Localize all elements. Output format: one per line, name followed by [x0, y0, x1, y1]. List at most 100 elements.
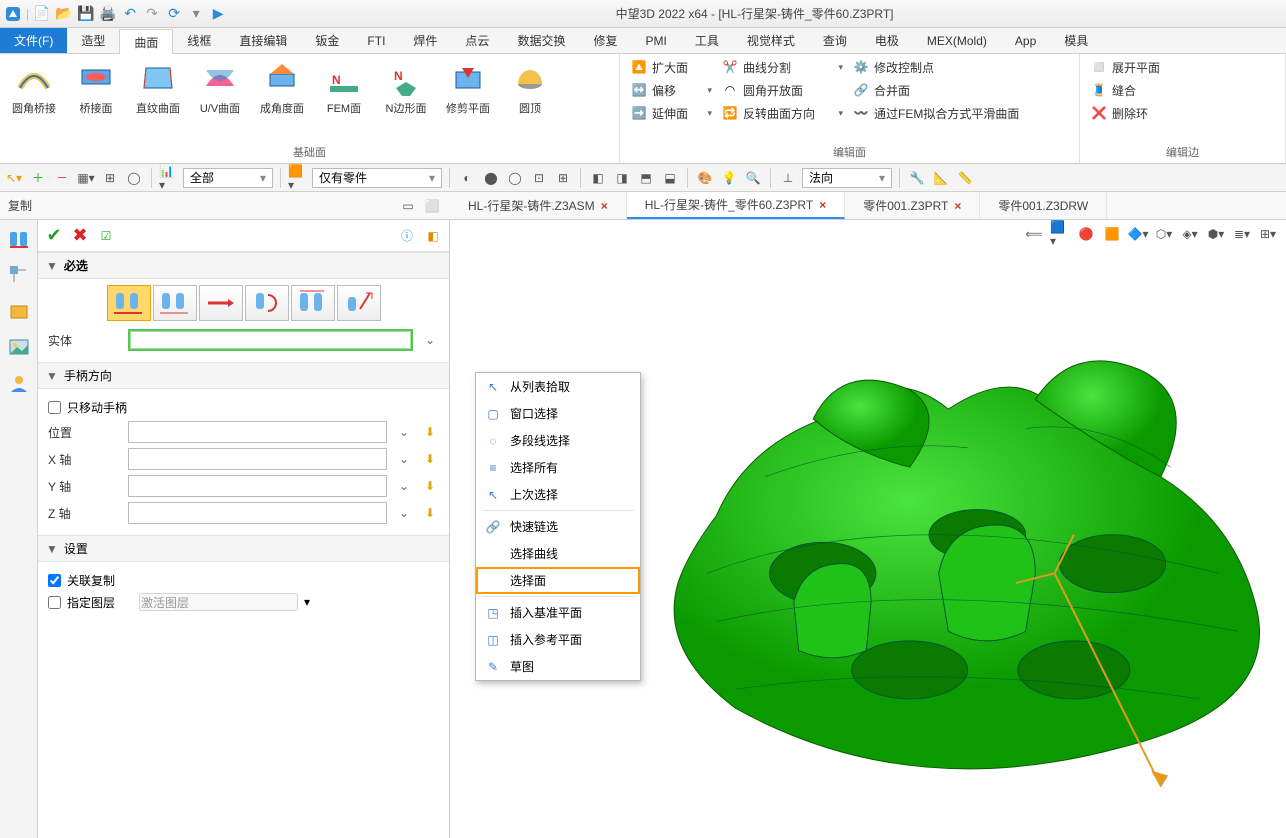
mode-1[interactable]	[107, 285, 151, 321]
close-icon[interactable]: ×	[601, 199, 608, 213]
rail-box-icon[interactable]	[6, 298, 32, 324]
btn-angle-surface[interactable]: 成角度面	[254, 56, 310, 118]
btn-bridge-surface[interactable]: 桥接面	[68, 56, 124, 118]
add-icon[interactable]: ＋	[28, 168, 48, 188]
vp-misc-icon[interactable]: ⊞▾	[1258, 224, 1278, 244]
ctx-last-select[interactable]: ↖上次选择	[476, 481, 640, 508]
t1-icon[interactable]: ◐	[457, 168, 477, 188]
tab-fti[interactable]: FTI	[353, 28, 399, 53]
t15-icon[interactable]: 📏	[955, 168, 975, 188]
panel-min-icon[interactable]: ▭	[398, 196, 418, 216]
tab-pmi[interactable]: PMI	[631, 28, 680, 53]
t10-icon[interactable]: 🎨	[695, 168, 715, 188]
t8-icon[interactable]: ⬒	[636, 168, 656, 188]
mode-6[interactable]	[337, 285, 381, 321]
t7-icon[interactable]: ◨	[612, 168, 632, 188]
filter-parts-dropdown[interactable]: 仅有零件▾	[312, 168, 442, 188]
row-sew[interactable]: 🧵缝合	[1086, 79, 1176, 101]
tab-file[interactable]: 文件(F)	[0, 28, 67, 53]
info-icon[interactable]: ⓘ	[397, 226, 417, 246]
t14-icon[interactable]: 📐	[931, 168, 951, 188]
dropdown-icon[interactable]: ▾	[187, 5, 205, 23]
rail-image-icon[interactable]	[6, 334, 32, 360]
tab-app[interactable]: App	[1001, 28, 1050, 53]
filter-funnel-icon[interactable]: 📊▾	[159, 168, 179, 188]
t2-icon[interactable]: ⬤	[481, 168, 501, 188]
close-icon[interactable]: ×	[954, 199, 961, 213]
ctx-sketch[interactable]: ✎草图	[476, 653, 640, 680]
mode-2[interactable]	[153, 285, 197, 321]
select-arrow-icon[interactable]: ↖▾	[4, 168, 24, 188]
vp-back-icon[interactable]: ⟸	[1024, 224, 1044, 244]
row-merge-face[interactable]: 🔗合并面	[848, 79, 988, 101]
tab-surface[interactable]: 曲面	[119, 29, 173, 54]
chk-assoc[interactable]	[48, 574, 61, 587]
x-dd-icon[interactable]: ⌄	[395, 450, 413, 468]
pos-pick-icon[interactable]: ⬇	[421, 423, 439, 441]
doc-tab-1[interactable]: HL-行星架-铸件_零件60.Z3PRT×	[627, 192, 846, 219]
mode-3[interactable]	[199, 285, 243, 321]
vp-view-icon[interactable]: ⬢▾	[1206, 224, 1226, 244]
tab-mold[interactable]: 模具	[1050, 28, 1102, 53]
input-layer[interactable]	[139, 593, 298, 611]
t3-icon[interactable]: ◯	[505, 168, 525, 188]
tab-sheetmetal[interactable]: 钣金	[301, 28, 353, 53]
filter-direction-dropdown[interactable]: 法向▾	[802, 168, 892, 188]
row-extend[interactable]: ➡️延伸面▾	[626, 102, 716, 124]
tab-wireframe[interactable]: 线框	[173, 28, 225, 53]
row-flip-surface[interactable]: 🔁反转曲面方向▾	[717, 102, 847, 124]
tab-direct-edit[interactable]: 直接编辑	[225, 28, 301, 53]
section-required[interactable]: ▼必选	[38, 252, 449, 279]
row-enlarge[interactable]: 🔼扩大面	[626, 56, 716, 78]
save-icon[interactable]: 💾	[77, 5, 95, 23]
input-x[interactable]	[128, 448, 387, 470]
chk-handle-only[interactable]	[48, 401, 61, 414]
layer-dd-icon[interactable]: ▾	[304, 595, 310, 609]
ctx-window-select[interactable]: ▢窗口选择	[476, 400, 640, 427]
filter3-icon[interactable]: ◯	[124, 168, 144, 188]
doc-tab-3[interactable]: 零件001.Z3DRW	[980, 192, 1107, 219]
play-icon[interactable]: ▶	[209, 5, 227, 23]
tab-tools[interactable]: 工具	[681, 28, 733, 53]
undo-icon[interactable]: ↶	[121, 5, 139, 23]
mode-5[interactable]	[291, 285, 335, 321]
row-handle-only[interactable]: 只移动手柄	[48, 399, 439, 416]
vp-cube2-icon[interactable]: 🟧	[1102, 224, 1122, 244]
input-y[interactable]	[128, 475, 387, 497]
tab-modeling[interactable]: 造型	[67, 28, 119, 53]
refresh-icon[interactable]: ⟳	[165, 5, 183, 23]
close-icon[interactable]: ×	[819, 198, 826, 212]
t13-icon[interactable]: 🔧	[907, 168, 927, 188]
pos-dd-icon[interactable]: ⌄	[395, 423, 413, 441]
ctx-polyline-select[interactable]: ◌多段线选择	[476, 427, 640, 454]
vp-shade-icon[interactable]: 🔷▾	[1128, 224, 1148, 244]
print-icon[interactable]: 🖨️	[99, 5, 117, 23]
pin-icon[interactable]: ◧	[423, 226, 443, 246]
vp-iso-icon[interactable]: ◈▾	[1180, 224, 1200, 244]
vp-cube1-icon[interactable]: 🟦▾	[1050, 224, 1070, 244]
rail-user-icon[interactable]	[6, 370, 32, 396]
tab-weld[interactable]: 焊件	[399, 28, 451, 53]
rail-copy-icon[interactable]	[6, 226, 32, 252]
row-assoc[interactable]: 关联复制	[48, 572, 439, 589]
ctx-quick-chain[interactable]: 🔗快速链选	[476, 513, 640, 540]
doc-tab-2[interactable]: 零件001.Z3PRT×	[845, 192, 980, 219]
tab-electrode[interactable]: 电极	[861, 28, 913, 53]
t11-icon[interactable]: 💡	[719, 168, 739, 188]
input-pos[interactable]	[128, 421, 387, 443]
entity-expand-icon[interactable]: ⌄	[421, 331, 439, 349]
ctx-select-curve[interactable]: 选择曲线	[476, 540, 640, 567]
ctx-pick-from-list[interactable]: ↖从列表拾取	[476, 373, 640, 400]
filter1-icon[interactable]: ▦▾	[76, 168, 96, 188]
row-fem-smooth[interactable]: 〰️通过FEM拟合方式平滑曲面	[848, 102, 1048, 124]
row-delete-loop[interactable]: ❌删除环	[1086, 102, 1176, 124]
t6-icon[interactable]: ◧	[588, 168, 608, 188]
y-dd-icon[interactable]: ⌄	[395, 477, 413, 495]
t12-icon[interactable]: 🔍	[743, 168, 763, 188]
row-offset[interactable]: ↔️偏移▾	[626, 79, 716, 101]
ctx-select-all[interactable]: ≡选择所有	[476, 454, 640, 481]
btn-fem-surface[interactable]: NFEM面	[316, 56, 372, 118]
t4-icon[interactable]: ⊡	[529, 168, 549, 188]
model-view[interactable]	[620, 280, 1286, 828]
x-pick-icon[interactable]: ⬇	[421, 450, 439, 468]
